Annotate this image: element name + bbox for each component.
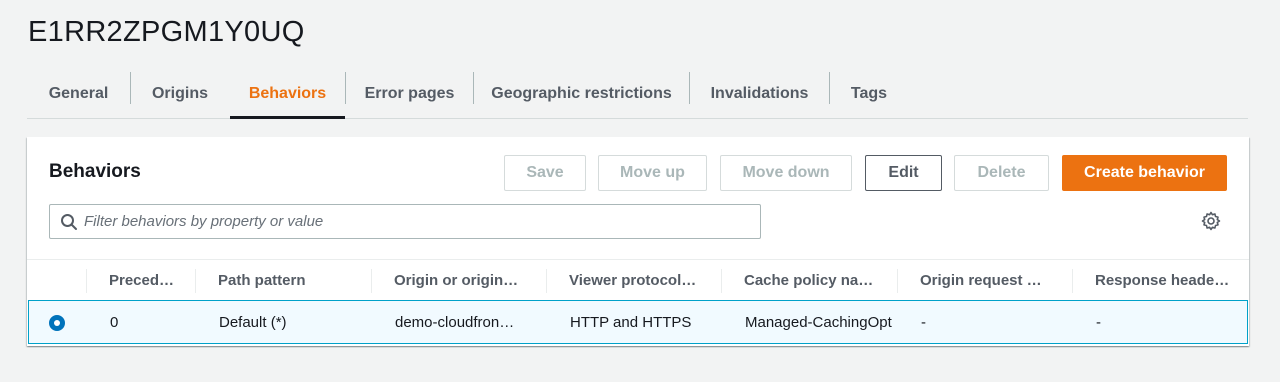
- tab-bar: General Origins Behaviors Error pages Ge…: [27, 70, 1248, 119]
- column-header-response-headers[interactable]: Response heade…: [1095, 260, 1245, 300]
- behaviors-panel: Behaviors Save Move up Move down Edit De…: [27, 137, 1249, 346]
- column-header-precedence[interactable]: Preced…: [109, 260, 199, 300]
- cell-response-headers: -: [1096, 313, 1101, 331]
- column-header-path-pattern[interactable]: Path pattern: [218, 260, 368, 300]
- cell-origin: demo-cloudfron…: [395, 313, 515, 331]
- table-header: Preced… Path pattern Origin or origin… V…: [27, 259, 1249, 299]
- tab-error-pages[interactable]: Error pages: [346, 70, 473, 118]
- filter-input[interactable]: [84, 205, 754, 238]
- cell-precedence: 0: [110, 313, 119, 331]
- tab-origins[interactable]: Origins: [131, 70, 229, 118]
- search-icon: [61, 214, 77, 230]
- tab-invalidations[interactable]: Invalidations: [690, 70, 829, 118]
- save-button[interactable]: Save: [504, 155, 586, 191]
- filter-box: [49, 204, 761, 239]
- row-select-radio[interactable]: [49, 315, 65, 331]
- column-separator: [371, 269, 372, 293]
- tab-behaviors[interactable]: Behaviors: [230, 70, 345, 119]
- cell-path-pattern: Default (*): [219, 313, 287, 331]
- cell-viewer-protocol: HTTP and HTTPS: [570, 313, 692, 331]
- tab-general[interactable]: General: [27, 70, 130, 118]
- column-separator: [86, 269, 87, 293]
- tab-geographic-restrictions[interactable]: Geographic restrictions: [474, 70, 689, 118]
- tab-tags[interactable]: Tags: [830, 70, 908, 118]
- column-separator: [1072, 269, 1073, 293]
- column-header-origin[interactable]: Origin or origin…: [394, 260, 546, 300]
- create-behavior-button[interactable]: Create behavior: [1062, 155, 1227, 191]
- move-up-button[interactable]: Move up: [598, 155, 707, 191]
- gear-icon[interactable]: [1201, 211, 1221, 231]
- move-down-button[interactable]: Move down: [720, 155, 852, 191]
- delete-button[interactable]: Delete: [954, 155, 1049, 191]
- cell-origin-request: -: [921, 313, 926, 331]
- column-separator: [721, 269, 722, 293]
- cell-cache-policy: Managed-CachingOpt: [745, 313, 892, 331]
- column-separator: [897, 269, 898, 293]
- column-header-origin-request[interactable]: Origin request …: [920, 260, 1072, 300]
- page-title: E1RR2ZPGM1Y0UQ: [28, 16, 305, 48]
- column-header-viewer-protocol[interactable]: Viewer protocol…: [569, 260, 721, 300]
- behaviors-panel-title: Behaviors: [49, 161, 141, 182]
- column-separator: [195, 269, 196, 293]
- column-separator: [546, 269, 547, 293]
- column-header-cache-policy[interactable]: Cache policy na…: [744, 260, 896, 300]
- table-row[interactable]: 0 Default (*) demo-cloudfron… HTTP and H…: [28, 300, 1248, 344]
- edit-button[interactable]: Edit: [865, 155, 942, 191]
